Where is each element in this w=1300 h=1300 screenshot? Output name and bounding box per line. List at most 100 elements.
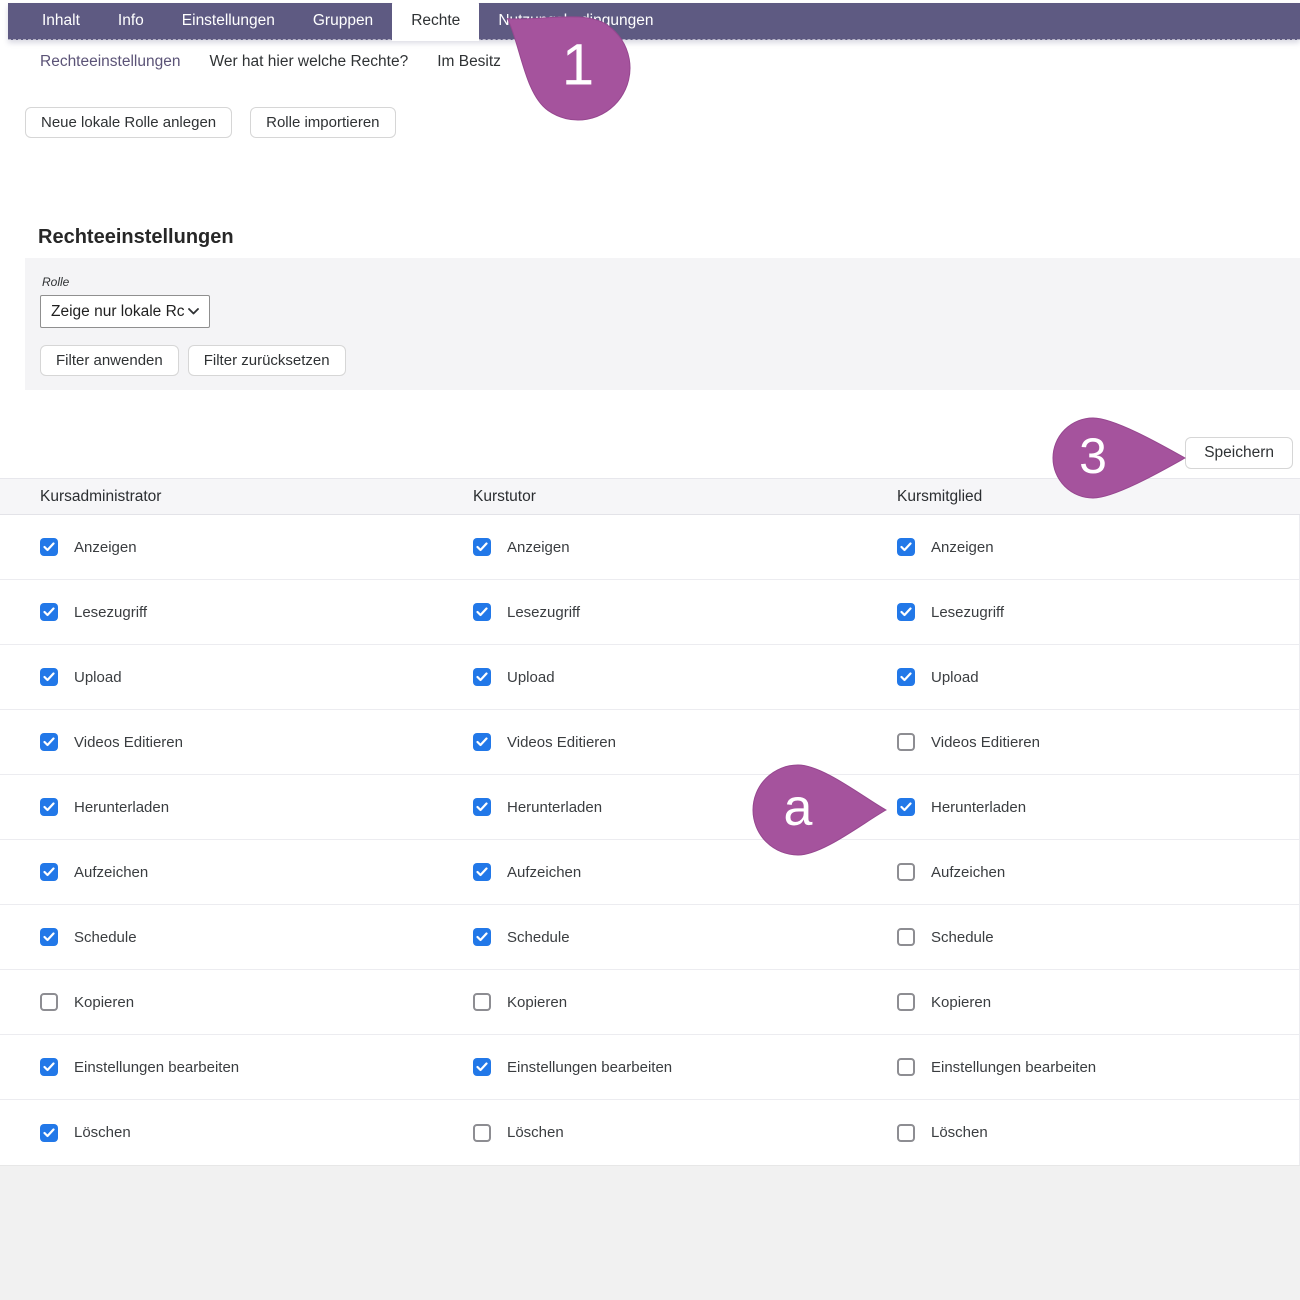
permission-checkbox[interactable] xyxy=(897,1058,915,1076)
permission-checkbox[interactable] xyxy=(40,733,58,751)
permission-cell: Schedule xyxy=(857,928,1299,946)
check-icon xyxy=(43,607,55,617)
topnav-tab[interactable]: Info xyxy=(99,3,163,39)
check-icon xyxy=(900,607,912,617)
permission-checkbox[interactable] xyxy=(473,603,491,621)
import-role-button[interactable]: Rolle importieren xyxy=(250,107,395,138)
permission-checkbox[interactable] xyxy=(40,668,58,686)
permission-checkbox[interactable] xyxy=(897,928,915,946)
role-field-label: Rolle xyxy=(42,275,69,289)
callout-step-3-label: 3 xyxy=(1079,431,1107,481)
topnav-tab[interactable]: Einstellungen xyxy=(163,3,294,39)
permission-label: Einstellungen bearbeiten xyxy=(74,1059,239,1076)
permission-cell: Videos Editieren xyxy=(433,733,857,751)
permission-checkbox[interactable] xyxy=(897,668,915,686)
permission-checkbox[interactable] xyxy=(897,538,915,556)
permission-cell: Videos Editieren xyxy=(0,733,433,751)
permission-cell: Aufzeichen xyxy=(433,863,857,881)
permission-cell: Herunterladen xyxy=(433,798,857,816)
check-icon xyxy=(476,542,488,552)
permission-checkbox[interactable] xyxy=(40,603,58,621)
topnav-tab[interactable]: Inhalt xyxy=(23,3,99,39)
permission-checkbox[interactable] xyxy=(473,928,491,946)
permission-cell: Kopieren xyxy=(433,993,857,1011)
subnav-link[interactable]: Wer hat hier welche Rechte? xyxy=(209,53,408,71)
permission-cell: Lesezugriff xyxy=(857,603,1299,621)
permission-cell: Kopieren xyxy=(0,993,433,1011)
table-row: Lesezugriff Lesezugriff Lesezugriff xyxy=(0,580,1299,645)
permission-checkbox[interactable] xyxy=(897,798,915,816)
permissions-rows: Anzeigen Anzeigen Anzeigen Lesezugriff xyxy=(0,515,1300,1165)
subnav-link[interactable]: Rechteeinstellungen xyxy=(40,53,180,71)
permission-checkbox[interactable] xyxy=(897,603,915,621)
check-icon xyxy=(43,672,55,682)
permission-checkbox[interactable] xyxy=(40,1058,58,1076)
permission-label: Anzeigen xyxy=(931,539,994,556)
topnav-tab[interactable]: Rechte xyxy=(392,0,479,41)
permission-cell: Lesezugriff xyxy=(0,603,433,621)
permission-checkbox[interactable] xyxy=(40,863,58,881)
table-row: Kopieren Kopieren Kopieren xyxy=(0,970,1299,1035)
permission-checkbox[interactable] xyxy=(473,1058,491,1076)
column-header-kursadministrator: Kursadministrator xyxy=(0,488,433,506)
permission-label: Herunterladen xyxy=(74,799,169,816)
permission-checkbox[interactable] xyxy=(40,928,58,946)
permission-label: Löschen xyxy=(931,1124,988,1141)
page-title: Rechteeinstellungen xyxy=(38,226,234,249)
permission-cell: Aufzeichen xyxy=(857,863,1299,881)
permission-cell: Löschen xyxy=(0,1124,433,1142)
table-row: Einstellungen bearbeiten Einstellungen b… xyxy=(0,1035,1299,1100)
permission-checkbox[interactable] xyxy=(897,1124,915,1142)
role-select[interactable]: Zeige nur lokale Rc xyxy=(40,295,210,328)
permission-label: Schedule xyxy=(74,929,137,946)
check-icon xyxy=(900,802,912,812)
permission-checkbox[interactable] xyxy=(473,733,491,751)
permission-checkbox[interactable] xyxy=(473,668,491,686)
subnav-link[interactable]: Im Besitz xyxy=(437,53,501,71)
permissions-table-header: Kursadministrator Kurstutor Kursmitglied xyxy=(0,478,1300,515)
sub-nav: Rechteeinstellungen Wer hat hier welche … xyxy=(40,50,501,74)
check-icon xyxy=(476,672,488,682)
permission-checkbox[interactable] xyxy=(897,863,915,881)
table-row: Videos Editieren Videos Editieren Videos… xyxy=(0,710,1299,775)
top-tab-bar: Inhalt Info Einstellungen Gruppen Rechte… xyxy=(8,3,1300,40)
apply-filter-button[interactable]: Filter anwenden xyxy=(40,345,179,376)
save-button[interactable]: Speichern xyxy=(1185,437,1293,469)
check-icon xyxy=(43,1062,55,1072)
reset-filter-button[interactable]: Filter zurücksetzen xyxy=(188,345,346,376)
permission-label: Aufzeichen xyxy=(507,864,581,881)
permission-checkbox[interactable] xyxy=(40,798,58,816)
permission-label: Schedule xyxy=(931,929,994,946)
check-icon xyxy=(900,672,912,682)
permission-cell: Löschen xyxy=(857,1124,1299,1142)
permission-label: Videos Editieren xyxy=(507,734,616,751)
new-local-role-button[interactable]: Neue lokale Rolle anlegen xyxy=(25,107,232,138)
permission-checkbox[interactable] xyxy=(473,993,491,1011)
permission-label: Lesezugriff xyxy=(931,604,1004,621)
permission-label: Upload xyxy=(931,669,979,686)
permission-label: Kopieren xyxy=(931,994,991,1011)
permission-label: Herunterladen xyxy=(507,799,602,816)
table-row: Löschen Löschen Löschen xyxy=(0,1100,1299,1165)
check-icon xyxy=(476,737,488,747)
permission-checkbox[interactable] xyxy=(473,1124,491,1142)
permission-label: Upload xyxy=(74,669,122,686)
permission-checkbox[interactable] xyxy=(473,863,491,881)
permission-checkbox[interactable] xyxy=(897,733,915,751)
permission-checkbox[interactable] xyxy=(473,538,491,556)
permission-label: Aufzeichen xyxy=(931,864,1005,881)
permission-label: Lesezugriff xyxy=(507,604,580,621)
permission-label: Anzeigen xyxy=(74,539,137,556)
topnav-tab[interactable]: Gruppen xyxy=(294,3,392,39)
permission-cell: Videos Editieren xyxy=(857,733,1299,751)
permission-checkbox[interactable] xyxy=(40,1124,58,1142)
permission-checkbox[interactable] xyxy=(40,993,58,1011)
permission-checkbox[interactable] xyxy=(897,993,915,1011)
topnav-tab[interactable]: Nutzungsbedingungen xyxy=(479,3,672,39)
permission-cell: Einstellungen bearbeiten xyxy=(433,1058,857,1076)
permission-cell: Einstellungen bearbeiten xyxy=(857,1058,1299,1076)
table-row: Herunterladen Herunterladen Herunterlade… xyxy=(0,775,1299,840)
permission-checkbox[interactable] xyxy=(473,798,491,816)
permission-checkbox[interactable] xyxy=(40,538,58,556)
table-row: Upload Upload Upload xyxy=(0,645,1299,710)
